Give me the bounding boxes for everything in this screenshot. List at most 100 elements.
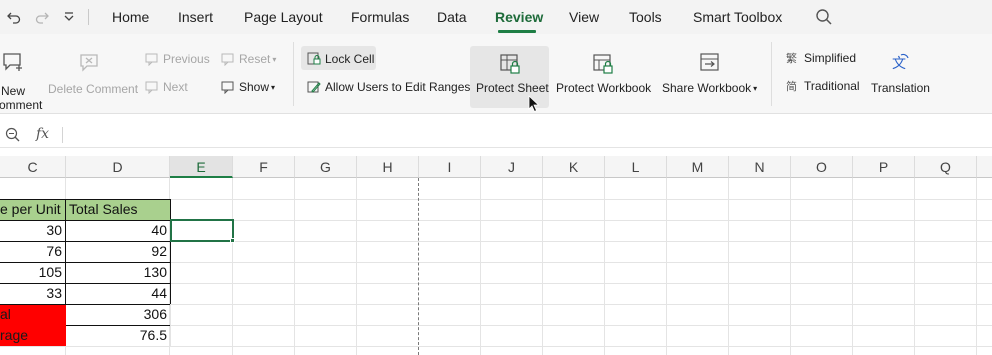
- protect-workbook-button[interactable]: Protect Workbook: [556, 81, 651, 95]
- protect-sheet-button[interactable]: Protect Sheet: [476, 81, 549, 95]
- summary-label-cell[interactable]: rage: [0, 325, 66, 346]
- table-cell-c[interactable]: 33: [0, 283, 65, 304]
- formula-bar: fx: [0, 122, 992, 148]
- translation-button[interactable]: Translation: [871, 81, 930, 95]
- ribbon-separator: [771, 42, 772, 106]
- column-header-f[interactable]: F: [233, 156, 295, 178]
- table-cell-c[interactable]: 30: [0, 220, 65, 241]
- svg-text:文: 文: [892, 56, 906, 72]
- tab-review[interactable]: Review: [495, 9, 543, 25]
- lock-cell-button[interactable]: Lock Cell: [307, 52, 374, 66]
- lock-cell-icon: [307, 52, 321, 66]
- simplified-icon: 繁: [786, 51, 800, 65]
- reset-comments-button[interactable]: Reset ▾: [221, 52, 276, 67]
- column-header-h[interactable]: H: [357, 156, 419, 178]
- show-comments-button[interactable]: Show ▾: [221, 80, 275, 95]
- reset-label: Reset: [239, 52, 271, 66]
- column-header-j[interactable]: J: [481, 156, 543, 178]
- active-tab-indicator: [498, 30, 536, 33]
- menu-separator: [88, 9, 89, 25]
- show-label: Show: [239, 80, 270, 94]
- table-cell-c[interactable]: 76: [0, 241, 65, 262]
- menu-bar: Home Insert Page Layout Formulas Data Re…: [0, 0, 992, 34]
- tab-data[interactable]: Data: [437, 9, 467, 25]
- new-comment-icon[interactable]: [2, 51, 24, 78]
- tab-view[interactable]: View: [569, 9, 599, 25]
- zoom-icon[interactable]: [5, 127, 20, 142]
- column-header-n[interactable]: N: [729, 156, 791, 178]
- grid-col-line: [480, 178, 481, 355]
- page-break-line: [418, 178, 419, 355]
- share-workbook-dropdown-icon: ▾: [753, 84, 758, 93]
- ribbon-toolbar: New omment Delete Comment Previous Next …: [0, 34, 992, 114]
- new-comment-button[interactable]: New omment: [0, 84, 42, 112]
- formula-bar-separator: [62, 127, 63, 143]
- table-border: [65, 199, 66, 305]
- search-icon[interactable]: [815, 8, 833, 26]
- column-header-q[interactable]: Q: [915, 156, 977, 178]
- table-cell-d[interactable]: 130: [66, 262, 170, 283]
- reset-dropdown-icon: ▾: [272, 55, 277, 64]
- summary-value-cell[interactable]: 306: [66, 304, 170, 325]
- previous-comment-button[interactable]: Previous: [145, 52, 210, 67]
- column-header-e[interactable]: E: [170, 156, 233, 178]
- table-border: [0, 241, 171, 242]
- table-cell-d[interactable]: 92: [66, 241, 170, 262]
- column-header-l[interactable]: L: [605, 156, 667, 178]
- column-header-c[interactable]: C: [0, 156, 66, 178]
- column-header-i[interactable]: I: [419, 156, 481, 178]
- worksheet-grid[interactable]: C D E F G H I J K L M N O P Q e per Unit…: [0, 156, 992, 355]
- allow-users-label: Allow Users to Edit Ranges: [325, 80, 471, 94]
- grid-col-line: [666, 178, 667, 355]
- delete-comment-button[interactable]: Delete Comment: [48, 82, 138, 96]
- column-header-o[interactable]: O: [791, 156, 853, 178]
- column-header-d[interactable]: D: [66, 156, 170, 178]
- next-comment-button[interactable]: Next: [145, 80, 188, 95]
- column-header-g[interactable]: G: [295, 156, 357, 178]
- table-cell-d[interactable]: 40: [66, 220, 170, 241]
- next-comment-icon: [145, 80, 159, 95]
- table-cell-d[interactable]: 44: [66, 283, 170, 304]
- tab-smart-toolbox[interactable]: Smart Toolbox: [693, 9, 782, 25]
- table-border: [0, 283, 171, 284]
- column-header-partial: [977, 156, 992, 178]
- tab-insert[interactable]: Insert: [178, 9, 213, 25]
- table-border: [170, 304, 171, 346]
- grid-col-line: [542, 178, 543, 355]
- new-comment-label-line2: omment: [0, 98, 43, 112]
- edit-ranges-icon: [307, 80, 321, 94]
- table-border: [0, 220, 171, 221]
- tab-page-layout[interactable]: Page Layout: [244, 9, 323, 25]
- fill-handle[interactable]: [230, 238, 235, 243]
- share-workbook-label: Share Workbook: [662, 81, 752, 95]
- share-workbook-icon: [699, 52, 721, 79]
- grid-col-line: [852, 178, 853, 355]
- table-border: [0, 304, 171, 305]
- column-header-m[interactable]: M: [667, 156, 729, 178]
- svg-text:简: 简: [786, 79, 797, 93]
- column-header-k[interactable]: K: [543, 156, 605, 178]
- customize-quick-access-icon[interactable]: [61, 9, 77, 25]
- table-border: [170, 199, 171, 304]
- allow-users-edit-ranges-button[interactable]: Allow Users to Edit Ranges: [307, 80, 470, 94]
- header-cell-c[interactable]: e per Unit: [0, 199, 65, 220]
- active-cell-selection[interactable]: [170, 219, 234, 242]
- column-header-p[interactable]: P: [853, 156, 915, 178]
- grid-col-line: [356, 178, 357, 355]
- traditional-chinese-button[interactable]: 简 Traditional: [786, 79, 860, 93]
- undo-icon[interactable]: [6, 9, 22, 25]
- grid-col-line: [976, 178, 977, 355]
- tab-home[interactable]: Home: [112, 9, 149, 25]
- summary-value-cell[interactable]: 76.5: [66, 325, 170, 346]
- tab-tools[interactable]: Tools: [629, 9, 662, 25]
- simplified-chinese-button[interactable]: 繁 Simplified: [786, 51, 856, 65]
- header-cell-d[interactable]: Total Sales: [66, 199, 170, 220]
- tab-formulas[interactable]: Formulas: [351, 9, 409, 25]
- show-comments-icon: [221, 80, 235, 95]
- share-workbook-button[interactable]: Share Workbook ▾: [662, 81, 757, 96]
- insert-function-button[interactable]: fx: [36, 126, 49, 142]
- redo-icon[interactable]: [34, 9, 50, 25]
- table-cell-c[interactable]: 105: [0, 262, 65, 283]
- summary-label-cell[interactable]: al: [0, 304, 66, 325]
- translation-icon: 文: [889, 51, 911, 78]
